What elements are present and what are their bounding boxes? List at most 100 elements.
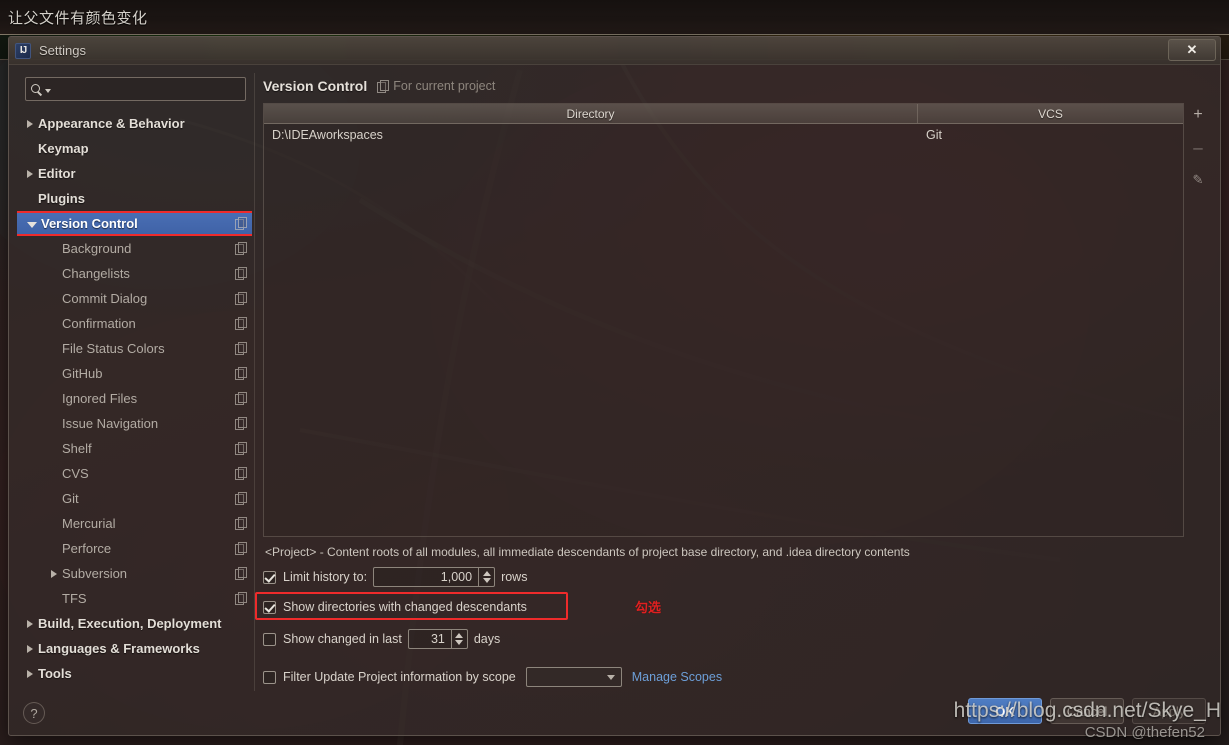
show-changed-last-stepper-arrows[interactable] — [450, 630, 467, 648]
chevron-right-icon[interactable] — [27, 619, 33, 628]
show-changed-last-stepper[interactable]: 31 — [407, 629, 468, 649]
sidebar-item-perforce[interactable]: Perforce — [17, 536, 252, 561]
show-directories-checkbox[interactable] — [263, 600, 276, 614]
search-input[interactable] — [54, 81, 240, 97]
copy-icon — [235, 467, 247, 480]
sidebar-item-label: GitHub — [62, 366, 103, 381]
chevron-up-icon[interactable] — [482, 571, 491, 576]
sidebar-item-confirmation[interactable]: Confirmation — [17, 311, 252, 336]
sidebar-item-languages-frameworks[interactable]: Languages & Frameworks — [17, 636, 252, 661]
sidebar-item-build-execution-deployment[interactable]: Build, Execution, Deployment — [17, 611, 252, 636]
sidebar-item-label: Keymap — [38, 141, 89, 156]
watermark-url: https://blog.csdn.net/Skye_H — [953, 699, 1221, 722]
manage-scopes-link[interactable]: Manage Scopes — [632, 670, 722, 684]
table-row[interactable]: D:\IDEAworkspaces Git — [264, 124, 1183, 146]
scope-select[interactable] — [525, 667, 622, 687]
sidebar-item-subversion[interactable]: Subversion — [17, 561, 252, 586]
chevron-down-icon — [45, 88, 51, 93]
panel-title: Version Control — [263, 78, 368, 94]
chevron-up-icon[interactable] — [455, 633, 464, 638]
chevron-right-icon[interactable] — [27, 119, 33, 128]
sidebar-item-file-status-colors[interactable]: File Status Colors — [17, 336, 252, 361]
sidebar-item-label: CVS — [62, 466, 89, 481]
sidebar-item-commit-dialog[interactable]: Commit Dialog — [17, 286, 252, 311]
sidebar-item-appearance-behavior[interactable]: Appearance & Behavior — [17, 111, 252, 136]
copy-icon — [235, 542, 247, 555]
page-title: 让父文件有颜色变化 — [8, 10, 148, 27]
sidebar-item-label: Changelists — [62, 266, 130, 281]
column-header-directory[interactable]: Directory — [264, 104, 918, 123]
sidebar-item-changelists[interactable]: Changelists — [17, 261, 252, 286]
sidebar-item-label: Confirmation — [62, 316, 136, 331]
sidebar-item-shelf[interactable]: Shelf — [17, 436, 252, 461]
sidebar-item-version-control[interactable]: Version Control — [17, 211, 252, 236]
copy-icon — [235, 317, 247, 330]
sidebar-item-tools[interactable]: Tools — [17, 661, 252, 686]
show-changed-last-checkbox[interactable] — [263, 632, 276, 646]
sidebar-item-background[interactable]: Background — [17, 236, 252, 261]
directory-mappings-table: Directory VCS D:\IDEAworkspaces Git — [263, 103, 1184, 537]
settings-dialog: IJ Settings ✕ Appearance & Behavior Keyma… — [8, 36, 1221, 736]
plus-icon[interactable]: + — [1187, 104, 1209, 126]
filter-scope-checkbox[interactable] — [263, 670, 276, 684]
copy-icon — [235, 442, 247, 455]
sidebar-item-label: Background — [62, 241, 132, 256]
help-icon[interactable]: ? — [23, 702, 45, 724]
copy-icon — [235, 242, 247, 255]
copy-icon — [235, 217, 247, 230]
show-changed-last-row: Show changed in last 31 days — [263, 625, 1212, 653]
chevron-right-icon[interactable] — [27, 644, 33, 653]
annotation-text: 勾选 — [635, 600, 662, 615]
limit-history-stepper-arrows[interactable] — [478, 568, 494, 586]
copy-icon — [377, 79, 390, 93]
chevron-right-icon[interactable] — [27, 169, 33, 178]
chevron-right-icon[interactable] — [51, 569, 57, 578]
sidebar-item-editor[interactable]: Editor — [17, 161, 252, 186]
filter-scope-row: Filter Update Project information by sco… — [263, 663, 1212, 691]
sidebar-item-label: Appearance & Behavior — [38, 116, 185, 131]
project-roots-note: <Project> - Content roots of all modules… — [265, 545, 910, 559]
sidebar-item-keymap[interactable]: Keymap — [17, 136, 252, 161]
sidebar-item-github[interactable]: GitHub — [17, 361, 252, 386]
table-toolbar: + – ✎ — [1184, 103, 1212, 537]
limit-history-stepper[interactable]: 1,000 — [373, 567, 496, 587]
sidebar-item-git[interactable]: Git — [17, 486, 252, 511]
column-header-vcs[interactable]: VCS — [918, 104, 1183, 123]
filter-scope-label: Filter Update Project information by sco… — [283, 670, 516, 684]
watermark-author: CSDN @thefen52 — [1084, 724, 1205, 741]
limit-history-value[interactable]: 1,000 — [374, 568, 478, 586]
chevron-down-icon[interactable] — [482, 578, 491, 583]
sidebar-item-label: Languages & Frameworks — [38, 641, 200, 656]
close-icon[interactable]: ✕ — [1168, 39, 1216, 61]
sidebar-item-mercurial[interactable]: Mercurial — [17, 511, 252, 536]
sidebar-item-label: Shelf — [62, 441, 92, 456]
limit-history-checkbox[interactable] — [263, 570, 276, 584]
chevron-right-icon[interactable] — [27, 669, 33, 678]
sidebar-item-cvs[interactable]: CVS — [17, 461, 252, 486]
copy-icon — [235, 517, 247, 530]
show-directories-label: Show directories with changed descendant… — [283, 600, 527, 614]
project-scope-tag: For current project — [377, 79, 495, 93]
sidebar-item-issue-navigation[interactable]: Issue Navigation — [17, 411, 252, 436]
sidebar-item-label: Issue Navigation — [62, 416, 159, 431]
directory-mappings-area: Directory VCS D:\IDEAworkspaces Git + – ✎ — [263, 103, 1212, 537]
copy-icon — [235, 492, 247, 505]
sidebar-item-plugins[interactable]: Plugins — [17, 186, 252, 211]
sidebar-item-tfs[interactable]: TFS — [17, 586, 252, 611]
pencil-icon[interactable]: ✎ — [1187, 168, 1209, 190]
settings-sidebar: Appearance & Behavior Keymap Editor Plugins… — [17, 73, 255, 691]
copy-icon — [235, 292, 247, 305]
sidebar-item-ignored-files[interactable]: Ignored Files — [17, 386, 252, 411]
dialog-titlebar: IJ Settings ✕ — [9, 37, 1220, 65]
settings-content: Version Control For current project Dire… — [255, 73, 1212, 691]
search-box[interactable] — [25, 77, 246, 101]
minus-icon[interactable]: – — [1187, 136, 1209, 158]
sidebar-item-label: Git — [62, 491, 79, 506]
chevron-down-icon[interactable] — [455, 640, 464, 645]
limit-history-label: Limit history to: — [283, 570, 368, 584]
show-changed-last-value[interactable]: 31 — [409, 630, 451, 648]
search-container — [17, 73, 252, 109]
sidebar-item-label: Subversion — [62, 566, 128, 581]
chevron-down-icon[interactable] — [27, 221, 37, 228]
show-directories-row: Show directories with changed descendant… — [255, 592, 1212, 621]
